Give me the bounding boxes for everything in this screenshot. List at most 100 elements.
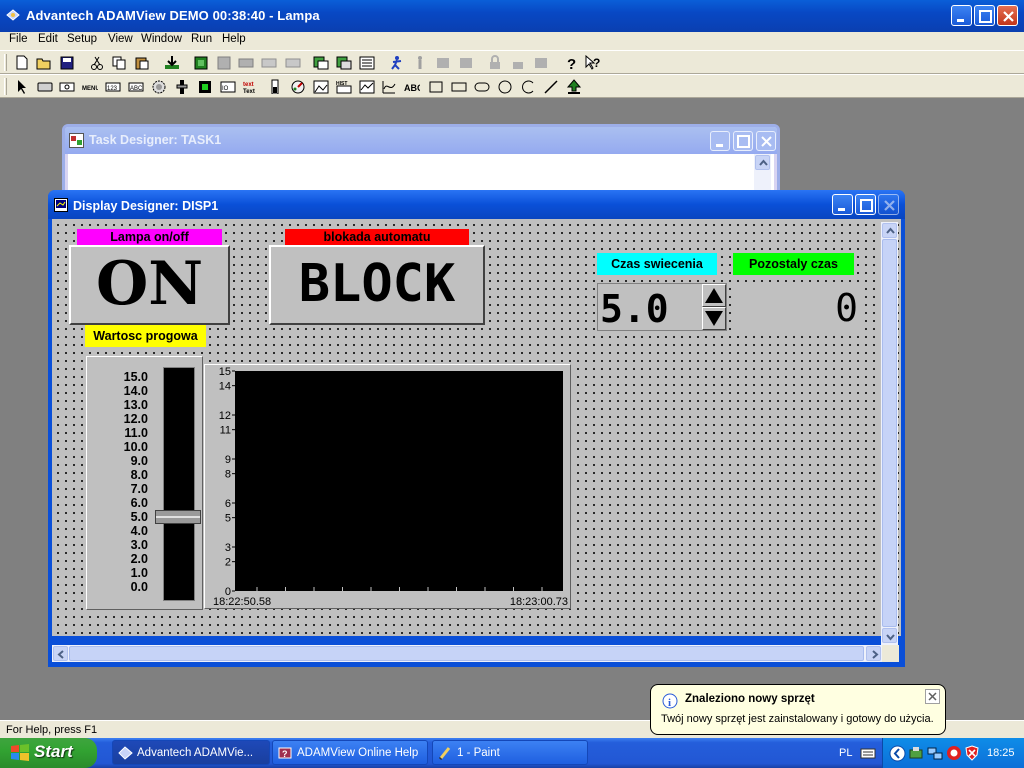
scroll-up-button[interactable] bbox=[882, 223, 897, 238]
time-spinner[interactable]: 5.0 bbox=[597, 283, 727, 331]
menu-setup[interactable]: Setup bbox=[67, 33, 97, 45]
menu-run[interactable]: Run bbox=[191, 33, 212, 45]
task-designer-title-bar[interactable]: Task Designer: TASK1 bbox=[65, 127, 777, 154]
paste-icon[interactable] bbox=[134, 55, 150, 70]
display-designer-title-bar[interactable]: Display Designer: DISP1 bbox=[48, 190, 905, 219]
time-down-button[interactable] bbox=[702, 307, 726, 330]
cut-icon[interactable] bbox=[89, 55, 105, 70]
arc-tool-icon[interactable] bbox=[520, 79, 536, 94]
text-color-tool-icon[interactable]: textText bbox=[243, 79, 259, 94]
slider-tool-icon[interactable] bbox=[174, 79, 190, 94]
step-disabled-icon[interactable] bbox=[435, 55, 451, 70]
size-grip[interactable] bbox=[882, 645, 899, 662]
display-close-button[interactable] bbox=[878, 194, 899, 215]
lock-disabled-icon[interactable] bbox=[487, 55, 503, 70]
balloon-close-button[interactable] bbox=[925, 689, 940, 704]
gauge-tool-icon[interactable] bbox=[290, 79, 306, 94]
display-minimize-button[interactable] bbox=[832, 194, 853, 215]
scroll-up-button[interactable] bbox=[755, 155, 770, 170]
hist-tool-icon[interactable]: HIST bbox=[336, 79, 352, 94]
security-shield-icon[interactable] bbox=[964, 745, 980, 761]
clock[interactable]: 18:25 bbox=[987, 747, 1015, 759]
taskbar-button-adamview[interactable]: Advantech ADAMVie... bbox=[112, 740, 270, 765]
list-icon[interactable] bbox=[359, 55, 375, 70]
ellipse-tool-icon[interactable] bbox=[497, 79, 513, 94]
wide-rectangle-tool-icon[interactable] bbox=[451, 79, 467, 94]
display-maximize-button[interactable] bbox=[855, 194, 876, 215]
display-horizontal-scrollbar[interactable] bbox=[52, 645, 882, 662]
language-indicator[interactable]: PL bbox=[839, 747, 852, 759]
task-minimize-button[interactable] bbox=[710, 131, 730, 151]
label-tool-icon[interactable] bbox=[59, 79, 75, 94]
line-tool-icon[interactable] bbox=[543, 79, 559, 94]
unlock-disabled-icon[interactable] bbox=[510, 55, 526, 70]
scroll-right-button[interactable] bbox=[866, 646, 881, 661]
slider-thumb[interactable] bbox=[155, 510, 201, 524]
context-help-icon[interactable]: ? bbox=[585, 55, 601, 70]
stop-icon[interactable] bbox=[412, 55, 428, 70]
scroll-down-button[interactable] bbox=[882, 628, 897, 643]
new-file-icon[interactable] bbox=[14, 55, 30, 70]
back-arrow-icon[interactable] bbox=[889, 745, 906, 762]
menu-help[interactable]: Help bbox=[222, 33, 246, 45]
time-value[interactable]: 5.0 bbox=[600, 287, 669, 331]
help-icon[interactable]: ? bbox=[563, 55, 579, 70]
xy-plot-tool-icon[interactable] bbox=[381, 79, 397, 94]
display-designer-window[interactable]: Display Designer: DISP1 Lampa on/off ON … bbox=[48, 190, 905, 667]
menu-edit[interactable]: Edit bbox=[38, 33, 58, 45]
run-icon[interactable] bbox=[389, 55, 405, 70]
lamp-on-button[interactable]: ON bbox=[69, 245, 230, 325]
bring-front-tool-icon[interactable] bbox=[566, 79, 582, 94]
slider-track[interactable] bbox=[163, 367, 195, 601]
copy-icon[interactable] bbox=[111, 55, 127, 70]
antivirus-icon[interactable] bbox=[946, 745, 962, 761]
menu-file[interactable]: File bbox=[9, 33, 28, 45]
button-tool-icon[interactable] bbox=[37, 79, 53, 94]
notification-balloon[interactable]: i Znaleziono nowy sprzęt Twój nowy sprzę… bbox=[650, 684, 946, 735]
task2-icon[interactable] bbox=[336, 55, 352, 70]
pre-disabled-icon[interactable] bbox=[261, 55, 277, 70]
start-button[interactable]: Start bbox=[0, 738, 97, 768]
open-folder-icon[interactable] bbox=[36, 55, 52, 70]
rectangle-tool-icon[interactable] bbox=[428, 79, 444, 94]
keyboard-icon[interactable] bbox=[860, 746, 876, 760]
time-up-button[interactable] bbox=[702, 284, 726, 307]
task-icon[interactable] bbox=[313, 55, 329, 70]
taskbar-button-paint[interactable]: 1 - Paint bbox=[432, 740, 588, 765]
bar-tool-icon[interactable] bbox=[267, 79, 283, 94]
close-button[interactable] bbox=[997, 5, 1018, 26]
led-tool-icon[interactable] bbox=[197, 79, 213, 94]
maximize-button[interactable] bbox=[974, 5, 995, 26]
task-maximize-button[interactable] bbox=[733, 131, 753, 151]
taskbar-button-online-help[interactable]: ? ADAMView Online Help bbox=[272, 740, 428, 765]
minimize-button[interactable] bbox=[951, 5, 972, 26]
download-icon[interactable] bbox=[164, 55, 180, 70]
module-icon[interactable] bbox=[193, 55, 209, 70]
scroll-left-button[interactable] bbox=[53, 646, 68, 661]
menu-view[interactable]: View bbox=[108, 33, 133, 45]
numeric-tool-icon[interactable]: 123 bbox=[105, 79, 121, 94]
menu-window[interactable]: Window bbox=[141, 33, 182, 45]
rounded-rect-tool-icon[interactable] bbox=[474, 79, 490, 94]
vertical-scroll-thumb[interactable] bbox=[882, 239, 897, 627]
block-button[interactable]: BLOCK bbox=[269, 245, 485, 325]
trend-tool-icon[interactable] bbox=[359, 79, 375, 94]
post-disabled-icon[interactable] bbox=[285, 55, 301, 70]
bitmap-tool-icon[interactable]: IO bbox=[220, 79, 236, 94]
menu-tool-icon[interactable]: MENU bbox=[82, 79, 98, 94]
threshold-slider[interactable]: 15.0 14.0 13.0 12.0 11.0 10.0 9.0 8.0 7.0 6.0 5.0 4… bbox=[86, 356, 203, 610]
network-icon[interactable] bbox=[927, 745, 943, 761]
image-tool-icon[interactable] bbox=[313, 79, 329, 94]
knob-tool-icon[interactable] bbox=[151, 79, 167, 94]
horizontal-scroll-thumb[interactable] bbox=[69, 646, 864, 661]
config-disabled-icon[interactable] bbox=[533, 55, 549, 70]
pause-disabled-icon[interactable] bbox=[458, 55, 474, 70]
task-close-button[interactable] bbox=[756, 131, 776, 151]
pointer-tool-icon[interactable] bbox=[14, 79, 30, 94]
text-tool-icon[interactable]: ABC bbox=[128, 79, 144, 94]
hardware-icon[interactable] bbox=[908, 745, 924, 761]
module-disabled-icon[interactable] bbox=[216, 55, 232, 70]
display-canvas[interactable]: Lampa on/off ON blokada automatu BLOCK C… bbox=[52, 219, 901, 636]
abc-text-tool-icon[interactable]: ABC bbox=[404, 79, 420, 94]
display-vertical-scrollbar[interactable] bbox=[881, 222, 898, 645]
